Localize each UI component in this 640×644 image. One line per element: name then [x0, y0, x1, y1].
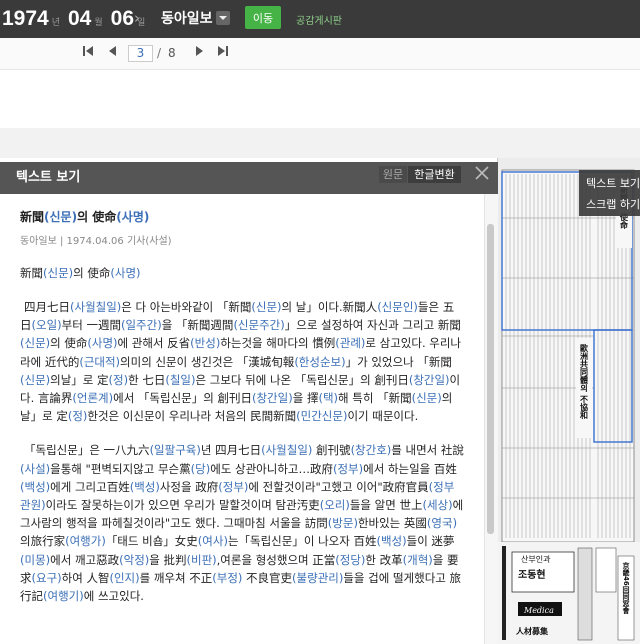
next-page-icon[interactable] [194, 45, 204, 61]
floating-menu: 텍스트 보기 스크랩 하기 [579, 170, 640, 216]
chevron-down-icon[interactable] [216, 11, 230, 25]
first-page-icon[interactable] [82, 45, 94, 61]
page-number-input[interactable]: 3 [128, 45, 153, 62]
newspaper-image: 新聞의 使命 歐洲共同體의 不協和 산부인과 조동현 Medica 人材募集 京… [498, 158, 640, 644]
article-paragraph: 「독립신문」은 一八九六(일팔구육)년 四月七日(사월칠일) 創刊號(창간호)를… [20, 443, 464, 604]
viewer-background [0, 128, 640, 158]
last-page-icon[interactable] [217, 45, 229, 61]
prev-page-icon[interactable] [108, 45, 118, 61]
chevron-right-icon: › [134, 9, 140, 27]
article-meta: 동아일보 | 1974.04.06 기사(사설) [20, 236, 172, 247]
year-unit: 년 [51, 18, 60, 28]
ad-clinic: 산부인과 [521, 554, 551, 564]
day-value[interactable]: 06 [111, 3, 134, 35]
public-board-link[interactable]: 공감게시판 [296, 12, 342, 27]
headline-vertical-2: 歐洲共同體의 不協和 [580, 343, 589, 420]
article-title: 新聞(신문)의 使命(사명) [20, 210, 150, 224]
ad-alumni: 京畿46回同窓會 [622, 561, 631, 615]
ad-clinic-name: 조동현 [518, 568, 546, 581]
page-navigator: 3 / 8 [0, 38, 640, 70]
newspaper-page-thumbnail[interactable]: 新聞의 使命 歐洲共同體의 不協和 산부인과 조동현 Medica 人材募集 京… [498, 158, 640, 644]
ad-medica: Medica [523, 606, 554, 615]
tab-original[interactable]: 원문 [379, 166, 407, 183]
month-unit: 월 [94, 18, 103, 28]
total-pages: 8 [168, 46, 176, 60]
year-value[interactable]: 1974 [2, 3, 49, 35]
date-selector[interactable]: 1974 년 04 월 06 일 [2, 3, 153, 35]
month-value[interactable]: 04 [68, 3, 91, 35]
date-bar: 1974 년 04 월 06 일 › 동아일보 이동 공감게시판 [0, 0, 640, 38]
ad-recruit: 人材募集 [516, 626, 549, 636]
menu-item-scrap[interactable]: 스크랩 하기 [586, 196, 640, 212]
article-content: 新聞(신문)의 使命(사명) 동아일보 | 1974.04.06 기사(사설) … [0, 194, 484, 644]
article-subtitle: 新聞(신문)의 使命(사명) [20, 266, 141, 280]
text-view-panel: 텍스트 보기 원문 한글변환 新聞(신문)의 使命(사명) 동아일보 | 197… [0, 158, 498, 644]
go-button[interactable]: 이동 [245, 6, 281, 29]
panel-title: 텍스트 보기 [16, 170, 81, 185]
newspaper-name[interactable]: 동아일보 [161, 8, 213, 28]
close-icon[interactable] [474, 162, 490, 186]
menu-item-text-view[interactable]: 텍스트 보기 [586, 175, 640, 191]
article-paragraph: 四月七日(사월칠일)은 다 아는바와같이 「新聞(신문)의 날」이다.新聞人(신… [20, 300, 462, 424]
tab-hangul-converted[interactable]: 한글변환 [408, 166, 461, 183]
page-separator: / [157, 46, 162, 60]
scrollbar-thumb[interactable] [487, 224, 494, 534]
content-spacer [0, 71, 640, 128]
